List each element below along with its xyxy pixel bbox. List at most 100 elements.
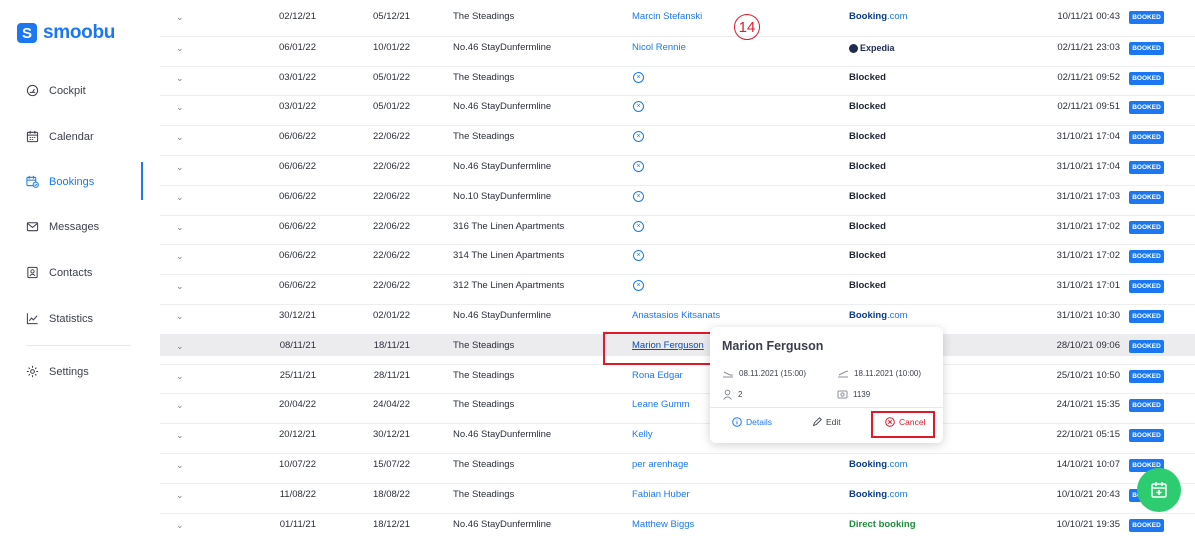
created-date: 22/10/21 05:15 xyxy=(1056,429,1120,441)
no-guest-icon[interactable]: × xyxy=(633,280,644,292)
expand-chevron-icon[interactable]: ⌄ xyxy=(176,216,186,238)
popup-details-button[interactable]: Details xyxy=(732,417,772,427)
no-guest-icon[interactable]: × xyxy=(633,190,644,202)
guest-name-link[interactable]: per arenhage xyxy=(632,454,762,476)
expand-chevron-icon[interactable]: ⌄ xyxy=(176,186,186,208)
table-row[interactable]: ⌄ 01/11/21 18/12/21 No.46 StayDunfermline Ma… xyxy=(160,512,1195,536)
sidebar-item-messages[interactable]: Messages xyxy=(26,220,99,233)
status-badge: BOOKED xyxy=(1129,310,1164,323)
table-row[interactable]: ⌄ 06/01/22 10/01/22 No.46 StayDunfermline Ni… xyxy=(160,35,1195,59)
channel-name: Blocked xyxy=(849,71,886,83)
table-row[interactable]: ⌄ 10/07/22 15/07/22 The Steadings per arenha… xyxy=(160,453,1195,475)
expand-chevron-icon[interactable]: ⌄ xyxy=(176,514,186,536)
arrival-date: 20/12/21 xyxy=(279,429,316,441)
table-row[interactable]: ⌄ 06/06/22 22/06/22 312 The Linen Apartment… xyxy=(160,274,1195,296)
status-badge: BOOKED xyxy=(1129,190,1164,204)
channel-name: Blocked xyxy=(849,101,886,113)
guest-name-link[interactable]: × xyxy=(632,96,762,118)
status-badge: BOOKED xyxy=(1129,101,1164,115)
sidebar-item-contacts[interactable]: Contacts xyxy=(26,266,92,279)
expand-chevron-icon[interactable]: ⌄ xyxy=(176,37,186,59)
guest-name-link[interactable]: Matthew Biggs xyxy=(632,514,762,536)
no-guest-icon[interactable]: × xyxy=(633,220,644,232)
no-guest-icon[interactable]: × xyxy=(633,160,644,172)
departure-date: 24/04/22 xyxy=(373,399,410,411)
apartment-name: The Steadings xyxy=(453,339,515,351)
no-guest-icon[interactable]: × xyxy=(633,101,644,113)
sidebar-item-bookings[interactable]: Bookings xyxy=(26,175,94,188)
table-row[interactable]: ⌄ 06/06/22 22/06/22 The Steadings × Blocked 31… xyxy=(160,125,1195,147)
expand-chevron-icon[interactable]: ⌄ xyxy=(176,96,186,118)
sidebar-item-settings[interactable]: Settings xyxy=(26,365,89,378)
table-row[interactable]: ⌄ 30/12/21 02/01/22 No.46 StayDunfermline An… xyxy=(160,304,1195,326)
departure-date: 28/11/21 xyxy=(373,369,410,381)
sidebar-item-cockpit[interactable]: Cockpit xyxy=(26,84,86,97)
popup-edit-button[interactable]: Edit xyxy=(812,417,841,427)
created-date: 31/10/21 17:04 xyxy=(1056,161,1120,172)
expand-chevron-icon[interactable]: ⌄ xyxy=(176,126,186,148)
guest-name-link[interactable]: × xyxy=(632,186,762,208)
table-row[interactable]: ⌄ 20/12/21 30/12/21 No.46 StayDunfermline Ke… xyxy=(160,423,1195,445)
no-guest-icon[interactable]: × xyxy=(633,131,644,143)
expand-chevron-icon[interactable]: ⌄ xyxy=(176,6,186,28)
sidebar-item-calendar[interactable]: Calendar xyxy=(26,130,94,143)
expand-chevron-icon[interactable]: ⌄ xyxy=(176,305,186,327)
calendar-icon xyxy=(26,130,39,143)
table-row[interactable]: ⌄ 03/01/22 05/01/22 No.46 StayDunfermline × B… xyxy=(160,95,1195,117)
channel-label: Booking.com xyxy=(849,6,959,28)
guest-name-link[interactable]: Fabian Huber xyxy=(632,484,762,506)
expand-chevron-icon[interactable]: ⌄ xyxy=(176,335,186,357)
arrival-date: 03/01/22 xyxy=(279,71,316,83)
apartment-name: 314 The Linen Apartments xyxy=(453,250,565,262)
table-row[interactable]: ⌄ 25/11/21 28/11/21 The Steadings Rona Edgar… xyxy=(160,363,1195,387)
table-row[interactable]: ⌄ 11/08/22 18/08/22 The Steadings Fabian Hub… xyxy=(160,482,1195,506)
expand-chevron-icon[interactable]: ⌄ xyxy=(176,394,186,416)
new-booking-fab[interactable] xyxy=(1137,468,1181,512)
channel-name: Blocked xyxy=(849,250,886,262)
smoobu-logo[interactable]: S smoobu xyxy=(17,22,115,44)
expand-chevron-icon[interactable]: ⌄ xyxy=(176,156,186,178)
popup-checkin-text: 08.11.2021 (15:00) xyxy=(739,369,807,378)
created-date: 31/10/21 17:02 xyxy=(1056,250,1120,262)
guest-name-link[interactable]: × xyxy=(632,67,762,89)
expand-chevron-icon[interactable]: ⌄ xyxy=(176,484,186,506)
channel-suffix: .com xyxy=(887,11,908,22)
created-date: 31/10/21 17:02 xyxy=(1056,220,1120,232)
sidebar-item-statistics[interactable]: Statistics xyxy=(26,312,93,325)
price-icon xyxy=(837,390,848,399)
apartment-name: The Steadings xyxy=(453,488,515,500)
table-row[interactable]: ⌄ 06/06/22 22/06/22 314 The Linen Apartment… xyxy=(160,244,1195,266)
channel-name: Booking xyxy=(849,488,887,500)
guest-name-link[interactable]: × xyxy=(632,245,762,267)
calendar-plus-icon xyxy=(1151,482,1167,498)
person-icon xyxy=(723,389,732,400)
channel-label: Expedia xyxy=(849,37,959,59)
channel-name: Blocked xyxy=(849,161,886,172)
info-icon xyxy=(732,417,742,427)
departure-date: 15/07/22 xyxy=(373,459,410,470)
guest-name-link[interactable]: × xyxy=(632,275,762,297)
table-row[interactable]: ⌄ 06/06/22 22/06/22 No.46 StayDunfermline × B… xyxy=(160,155,1195,177)
expand-chevron-icon[interactable]: ⌄ xyxy=(176,424,186,446)
table-row[interactable]: ⌄ 02/12/21 05/12/21 The Steadings Marcin Ste… xyxy=(160,6,1195,28)
expand-chevron-icon[interactable]: ⌄ xyxy=(176,454,186,476)
guest-name-link[interactable]: Anastasios Kitsanats xyxy=(632,305,762,327)
expand-chevron-icon[interactable]: ⌄ xyxy=(176,245,186,267)
table-row[interactable]: ⌄ 20/04/22 24/04/22 The Steadings Leane Gumm… xyxy=(160,393,1195,415)
table-row[interactable]: ⌄ 06/06/22 22/06/22 316 The Linen Apartment… xyxy=(160,214,1195,238)
plane-departure-icon xyxy=(838,370,849,378)
table-row[interactable]: ⌄ 06/06/22 22/06/22 No.10 StayDunfermline × B… xyxy=(160,184,1195,208)
apartment-name: No.46 StayDunfermline xyxy=(453,310,552,321)
guest-name-link[interactable]: × xyxy=(632,126,762,148)
no-guest-icon[interactable]: × xyxy=(633,71,644,83)
table-row[interactable]: ⌄ 03/01/22 05/01/22 The Steadings × Blocked 02… xyxy=(160,65,1195,89)
guest-name-link[interactable]: × xyxy=(632,156,762,178)
expand-chevron-icon[interactable]: ⌄ xyxy=(176,67,186,89)
status-badge: BOOKED xyxy=(1129,399,1164,413)
guest-name-link[interactable]: Nicol Rennie xyxy=(632,37,762,59)
guest-name-link[interactable]: × xyxy=(632,216,762,238)
expand-chevron-icon[interactable]: ⌄ xyxy=(176,275,186,297)
popup-checkin: 08.11.2021 (15:00) xyxy=(722,369,806,378)
no-guest-icon[interactable]: × xyxy=(633,250,644,262)
expand-chevron-icon[interactable]: ⌄ xyxy=(176,365,186,387)
